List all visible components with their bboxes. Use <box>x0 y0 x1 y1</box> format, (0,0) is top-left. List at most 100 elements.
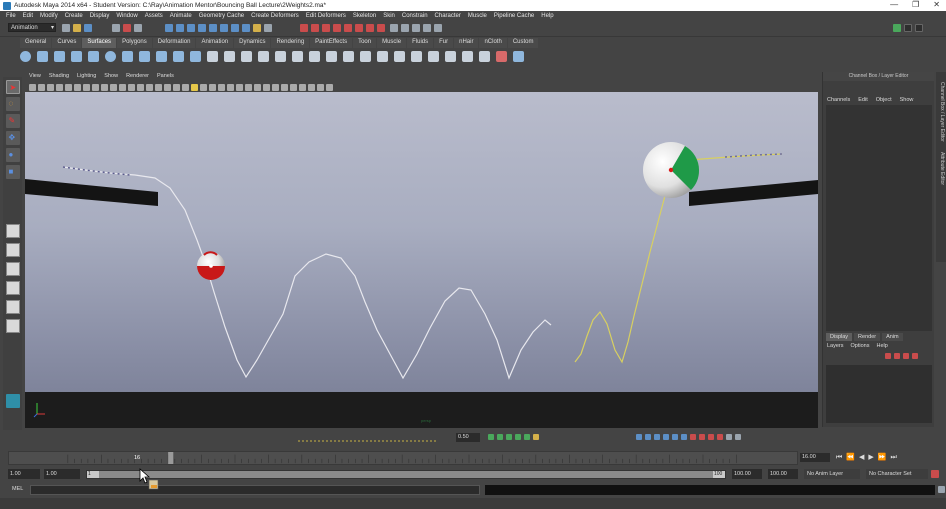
cb-menu-show[interactable]: Show <box>900 97 914 103</box>
buffer-curve-icon[interactable] <box>672 434 678 440</box>
single-pane-layout-button[interactable] <box>5 224 20 238</box>
snap-grid-icon[interactable] <box>300 24 308 32</box>
lock-weight-icon[interactable] <box>663 434 669 440</box>
menu-create-deformers[interactable]: Create Deformers <box>251 13 299 19</box>
new-empty-layer-icon[interactable] <box>903 353 909 359</box>
hierarchy-mode-icon[interactable] <box>112 24 120 32</box>
pre-infinity-icon[interactable] <box>699 434 705 440</box>
smooth-shade-icon[interactable] <box>155 83 162 91</box>
step-back-key-button[interactable]: ⏪ <box>846 454 855 462</box>
convert-surface-icon[interactable] <box>513 51 524 62</box>
birail-icon[interactable] <box>190 51 201 62</box>
lasso-tool-button[interactable]: ◌ <box>5 97 20 111</box>
output-ops-icon[interactable] <box>377 24 385 32</box>
linear-tangent-icon[interactable] <box>506 434 512 440</box>
shelf-tab-deformation[interactable]: Deformation <box>152 38 196 48</box>
component-mode-icon[interactable] <box>134 24 142 32</box>
grid-icon[interactable] <box>83 83 90 91</box>
mel-label[interactable]: MEL <box>12 486 23 492</box>
channel-box-content[interactable] <box>826 105 932 331</box>
step-forward-key-button[interactable]: ⏩ <box>878 454 887 462</box>
speed-field[interactable]: 0.50 <box>456 433 480 442</box>
persp-graph-layout-button[interactable] <box>5 281 20 295</box>
persp-viewport[interactable]: persp <box>25 92 818 428</box>
nurbs-sphere-icon[interactable] <box>20 51 31 62</box>
color-management-icon[interactable] <box>308 83 315 91</box>
clamped-tangent-icon[interactable] <box>497 434 503 440</box>
command-input[interactable] <box>30 485 480 495</box>
shelf-tab-rendering[interactable]: Rendering <box>271 38 310 48</box>
step-tangent-icon[interactable] <box>524 434 530 440</box>
side-tab-attribute-editor[interactable]: Attribute Editor <box>937 152 945 185</box>
use-all-lights-icon[interactable] <box>182 83 189 91</box>
resolution-gate-icon[interactable] <box>101 83 108 91</box>
post-infinity-icon[interactable] <box>708 434 714 440</box>
playback-end-field[interactable]: 100.00 <box>732 469 762 479</box>
layer-tab-anim[interactable]: Anim <box>882 333 903 341</box>
menu-pipeline-cache[interactable]: Pipeline Cache <box>494 13 534 19</box>
highlight-selection-icon[interactable] <box>264 24 272 32</box>
left-platform[interactable] <box>25 179 158 206</box>
shelf-tab-fur[interactable]: Fur <box>434 38 454 48</box>
snap-view-plane-icon[interactable] <box>333 24 341 32</box>
play-backwards-button[interactable]: ◀ <box>859 454 864 462</box>
nurbs-cylinder-icon[interactable] <box>54 51 65 62</box>
detach-surfaces-icon[interactable] <box>360 51 371 62</box>
save-scene-icon[interactable] <box>84 24 92 32</box>
menu-modify[interactable]: Modify <box>40 13 58 19</box>
animation-end-field[interactable]: 100.00 <box>768 469 798 479</box>
shelf-tab-surfaces[interactable]: Surfaces <box>82 38 117 48</box>
menu-assets[interactable]: Assets <box>145 13 163 19</box>
xray-joints-icon[interactable] <box>218 83 225 91</box>
menu-help[interactable]: Help <box>541 13 553 19</box>
trim-tool-icon[interactable] <box>309 51 320 62</box>
paint-select-tool-button[interactable]: ✎ <box>5 114 20 128</box>
highlight-icon[interactable] <box>326 83 333 91</box>
select-joints-icon[interactable] <box>176 24 184 32</box>
go-to-start-button[interactable]: ⏮ <box>836 454 842 462</box>
animation-start-field[interactable]: 1.00 <box>8 469 40 479</box>
safe-title-icon[interactable] <box>137 83 144 91</box>
panel-menu-shading[interactable]: Shading <box>49 73 69 81</box>
loft-icon[interactable] <box>139 51 150 62</box>
layer-tab-display[interactable]: Display <box>826 333 853 341</box>
menu-constrain[interactable]: Constrain <box>402 13 428 19</box>
select-camera-icon[interactable] <box>29 83 36 91</box>
shelf-tab-custom[interactable]: Custom <box>507 38 539 48</box>
rebuild-surface-icon[interactable] <box>411 51 422 62</box>
rotate-tool-button[interactable]: ● <box>5 148 20 162</box>
viewport-2-icon[interactable] <box>245 83 252 91</box>
right-platform[interactable] <box>689 180 818 206</box>
menu-character[interactable]: Character <box>435 13 461 19</box>
select-deformations-icon[interactable] <box>209 24 217 32</box>
gamma-icon[interactable] <box>299 83 306 91</box>
select-rendering-icon[interactable] <box>231 24 239 32</box>
layer-menu-options[interactable]: Options <box>851 343 870 349</box>
go-to-end-button[interactable]: ⏭ <box>891 454 897 462</box>
safe-action-icon[interactable] <box>128 83 135 91</box>
snap-keys-icon[interactable] <box>690 434 696 440</box>
planar-icon[interactable] <box>156 51 167 62</box>
shelf-tab-toon[interactable]: Toon <box>353 38 377 48</box>
history-icon[interactable] <box>355 24 363 32</box>
time-slider[interactable]: 16 <box>8 451 798 465</box>
snapshot-icon[interactable] <box>317 83 324 91</box>
hud-icon[interactable] <box>290 83 297 91</box>
layer-list[interactable] <box>826 365 932 423</box>
plateau-tangent-icon[interactable] <box>533 434 539 440</box>
menu-animate[interactable]: Animate <box>170 13 192 19</box>
input-ops-icon[interactable] <box>366 24 374 32</box>
scale-tool-button[interactable]: ■ <box>5 165 20 179</box>
render-view-icon[interactable] <box>390 24 398 32</box>
motion-blur-icon[interactable] <box>263 83 270 91</box>
shelf-tab-general[interactable]: General <box>20 38 52 48</box>
red-ball[interactable] <box>197 251 225 280</box>
camera-attributes-icon[interactable] <box>38 83 45 91</box>
timeline-settings-icon[interactable] <box>735 434 741 440</box>
layer-menu-help[interactable]: Help <box>876 343 887 349</box>
new-layer-from-selection-icon[interactable] <box>912 353 918 359</box>
lock-selection-icon[interactable] <box>253 24 261 32</box>
persp-outliner-layout-button[interactable] <box>5 300 20 314</box>
textured-icon[interactable] <box>173 83 180 91</box>
isolate-select-icon[interactable] <box>236 83 243 91</box>
